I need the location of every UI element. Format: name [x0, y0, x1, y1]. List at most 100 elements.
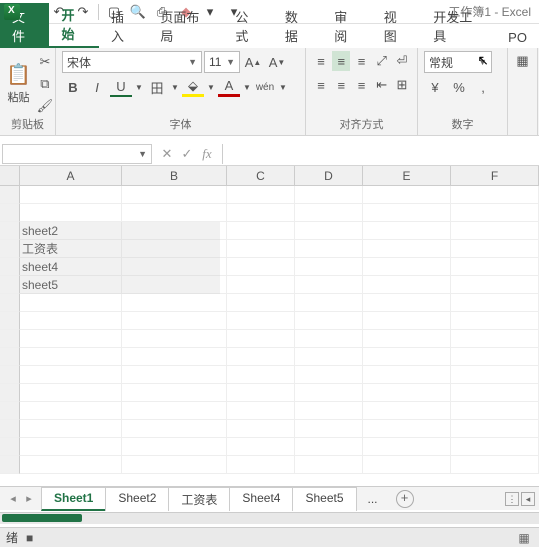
comma-button[interactable]: ,	[472, 77, 494, 97]
align-right-icon[interactable]: ≡	[352, 75, 370, 95]
cell-B10[interactable]	[122, 348, 227, 366]
cell-B13[interactable]	[122, 402, 227, 420]
font-color-button[interactable]: A	[218, 77, 240, 97]
cell-C13[interactable]	[227, 402, 295, 420]
row-header-6[interactable]	[0, 276, 20, 294]
cell-A2[interactable]	[20, 204, 122, 222]
cell-A9[interactable]	[20, 330, 122, 348]
copy-icon[interactable]: ⧉	[34, 74, 56, 94]
cell-F14[interactable]	[451, 420, 539, 438]
cell-C7[interactable]	[227, 294, 295, 312]
col-header-F[interactable]: F	[451, 166, 539, 185]
cell-F3[interactable]	[451, 222, 539, 240]
cell-F1[interactable]	[451, 186, 539, 204]
cell-E10[interactable]	[363, 348, 451, 366]
cell-E13[interactable]	[363, 402, 451, 420]
cell-B3[interactable]	[122, 222, 227, 240]
cell-F8[interactable]	[451, 312, 539, 330]
col-header-D[interactable]: D	[295, 166, 363, 185]
cell-B11[interactable]	[122, 366, 227, 384]
row-header-11[interactable]	[0, 366, 20, 384]
row-header-14[interactable]	[0, 420, 20, 438]
italic-button[interactable]: I	[86, 77, 108, 97]
cell-E6[interactable]	[363, 276, 451, 294]
col-header-B[interactable]: B	[122, 166, 227, 185]
cell-C9[interactable]	[227, 330, 295, 348]
cell-F6[interactable]	[451, 276, 539, 294]
cell-C12[interactable]	[227, 384, 295, 402]
cell-C5[interactable]	[227, 258, 295, 276]
cell-C3[interactable]	[227, 222, 295, 240]
sheet-tab-Sheet1[interactable]: Sheet1	[41, 487, 106, 511]
cell-E9[interactable]	[363, 330, 451, 348]
tab-dev[interactable]: 开发工具	[421, 3, 496, 48]
cell-A13[interactable]	[20, 402, 122, 420]
cell-C16[interactable]	[227, 456, 295, 474]
cell-C8[interactable]	[227, 312, 295, 330]
shrink-font-icon[interactable]: A▼	[266, 52, 288, 72]
grow-font-icon[interactable]: A▲	[242, 52, 264, 72]
cell-C2[interactable]	[227, 204, 295, 222]
cell-D1[interactable]	[295, 186, 363, 204]
format-painter-icon[interactable]: 🖌	[34, 96, 56, 116]
col-header-E[interactable]: E	[363, 166, 451, 185]
cell-F4[interactable]	[451, 240, 539, 258]
cell-F10[interactable]	[451, 348, 539, 366]
select-all-corner[interactable]	[0, 166, 20, 185]
align-middle-icon[interactable]: ≡	[332, 51, 350, 71]
scroll-left-icon[interactable]: ◂	[521, 492, 535, 506]
row-header-15[interactable]	[0, 438, 20, 456]
border-dropdown-icon[interactable]: ▼	[170, 77, 180, 97]
align-center-icon[interactable]: ≡	[332, 75, 350, 95]
tab-data[interactable]: 数据	[273, 3, 322, 48]
cell-A3[interactable]: sheet2	[20, 222, 122, 240]
row-header-3[interactable]	[0, 222, 20, 240]
font-name-combo[interactable]: 宋体 ▼	[62, 51, 202, 73]
cell-E14[interactable]	[363, 420, 451, 438]
cell-B6[interactable]	[122, 276, 227, 294]
cell-E8[interactable]	[363, 312, 451, 330]
cell-A11[interactable]	[20, 366, 122, 384]
col-header-A[interactable]: A	[20, 166, 122, 185]
cell-E16[interactable]	[363, 456, 451, 474]
horizontal-scrollbar[interactable]	[0, 512, 539, 524]
cell-E12[interactable]	[363, 384, 451, 402]
cell-B12[interactable]	[122, 384, 227, 402]
cell-A15[interactable]	[20, 438, 122, 456]
cell-E2[interactable]	[363, 204, 451, 222]
cell-D6[interactable]	[295, 276, 363, 294]
align-left-icon[interactable]: ≡	[312, 75, 330, 95]
enter-icon[interactable]: ✓	[178, 146, 196, 162]
app-icon[interactable]	[4, 4, 20, 20]
cell-E7[interactable]	[363, 294, 451, 312]
cell-C6[interactable]	[227, 276, 295, 294]
sheet-tab-Sheet2[interactable]: Sheet2	[105, 487, 169, 511]
cell-E11[interactable]	[363, 366, 451, 384]
orientation-icon[interactable]: ⤢	[373, 51, 391, 71]
nav-prev-icon[interactable]: ▸	[22, 492, 36, 505]
cell-D16[interactable]	[295, 456, 363, 474]
phonetic-button[interactable]: wén	[254, 77, 276, 97]
new-sheet-button[interactable]: +	[396, 490, 414, 508]
font-size-combo[interactable]: 11 ▼	[204, 51, 240, 73]
paste-button[interactable]: 📋 粘贴	[6, 51, 31, 116]
row-header-5[interactable]	[0, 258, 20, 276]
cell-D2[interactable]	[295, 204, 363, 222]
cell-F12[interactable]	[451, 384, 539, 402]
cell-B9[interactable]	[122, 330, 227, 348]
cell-C1[interactable]	[227, 186, 295, 204]
cell-D11[interactable]	[295, 366, 363, 384]
cell-C14[interactable]	[227, 420, 295, 438]
cell-A1[interactable]	[20, 186, 122, 204]
font-color-dropdown-icon[interactable]: ▼	[242, 77, 252, 97]
wrap-text-icon[interactable]: ⏎	[393, 51, 411, 71]
tab-po[interactable]: PO	[496, 26, 539, 48]
row-header-16[interactable]	[0, 456, 20, 474]
row-header-9[interactable]	[0, 330, 20, 348]
scroll-thumb[interactable]	[2, 514, 82, 522]
cell-A6[interactable]: sheet5	[20, 276, 122, 294]
cell-B16[interactable]	[122, 456, 227, 474]
cell-F7[interactable]	[451, 294, 539, 312]
cell-B7[interactable]	[122, 294, 227, 312]
record-macro-icon[interactable]: ■	[26, 531, 33, 545]
